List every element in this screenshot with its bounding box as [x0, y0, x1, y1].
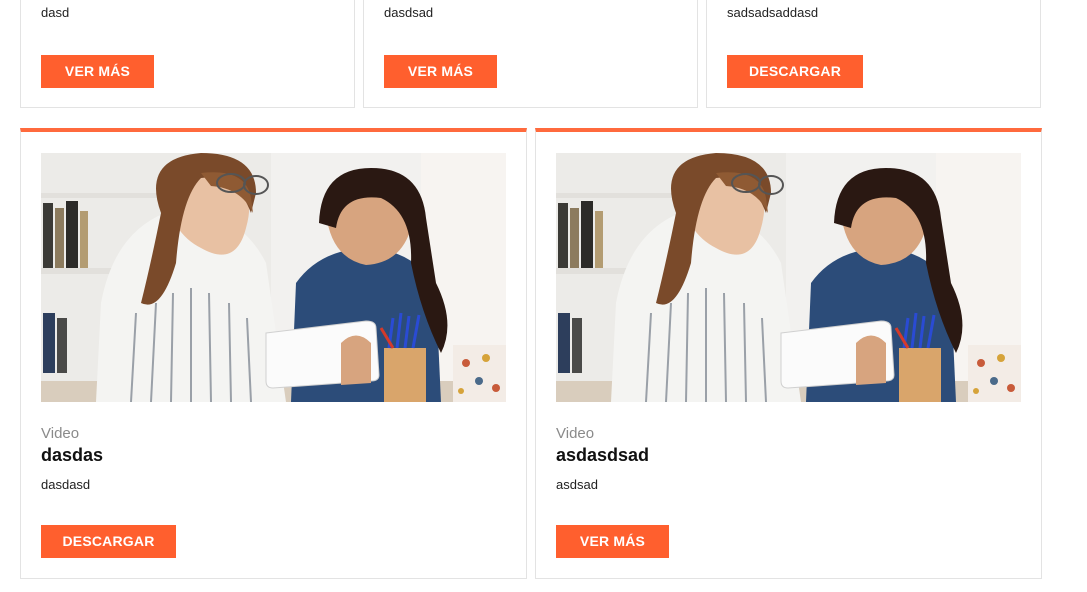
ver-mas-button[interactable]: VER MÁS	[41, 55, 154, 88]
card-category: Video	[556, 425, 595, 442]
card-title: asdasdsad	[556, 445, 650, 465]
card-image	[556, 153, 1021, 402]
resource-card: Video asdasdsad asdsad VER MÁS	[535, 128, 1042, 579]
card-image	[41, 153, 506, 402]
card-category: Video	[41, 425, 80, 442]
resource-card: dasdsad VER MÁS	[363, 0, 698, 108]
card-description: sadsadsaddasd	[727, 5, 819, 20]
resource-card: dasd VER MÁS	[20, 0, 355, 108]
ver-mas-button[interactable]: VER MÁS	[556, 525, 669, 558]
descargar-button[interactable]: DESCARGAR	[727, 55, 863, 88]
ver-mas-button[interactable]: VER MÁS	[384, 55, 497, 88]
descargar-button[interactable]: DESCARGAR	[41, 525, 176, 558]
card-description: dasdsad	[384, 5, 434, 20]
resource-card: Video dasdas dasdasd DESCARGAR	[20, 128, 527, 579]
resource-card: sadsadsaddasd DESCARGAR	[706, 0, 1041, 108]
card-description: dasd	[41, 5, 70, 20]
card-description: dasdasd	[41, 477, 91, 492]
card-title: dasdas	[41, 445, 104, 465]
card-description: asdsad	[556, 477, 598, 492]
